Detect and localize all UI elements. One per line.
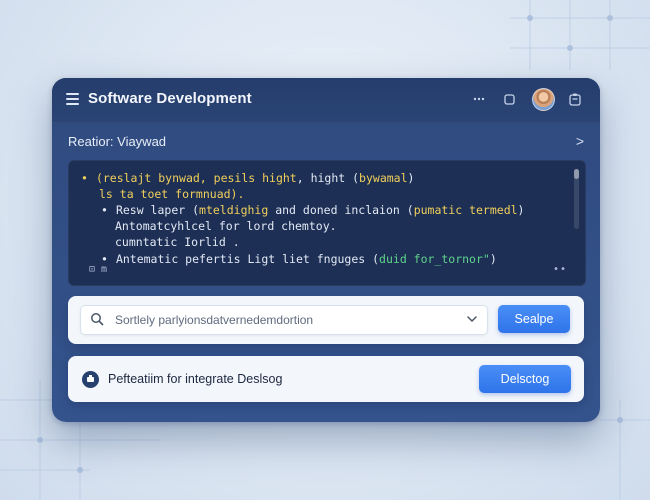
clipboard-icon[interactable] bbox=[567, 90, 583, 108]
window-title: Software Development bbox=[88, 90, 252, 107]
search-button[interactable]: Sealpe bbox=[498, 305, 570, 333]
sub-header: Reatior: Viaywad > bbox=[68, 133, 584, 154]
code-footer-more-icon[interactable]: •• bbox=[553, 264, 567, 275]
code-text: ) bbox=[517, 203, 525, 217]
action-label: Pefteatiim for integrate Deslsog bbox=[108, 372, 283, 386]
bullet-icon: • bbox=[101, 203, 108, 217]
code-text: (reslajt bynwad, bbox=[95, 171, 214, 185]
integration-icon bbox=[82, 371, 99, 388]
code-line-4: Antomatcyhlcel for lord chemtoy. bbox=[115, 219, 337, 233]
code-highlight: pesils hight bbox=[213, 171, 297, 185]
window-square-icon[interactable] bbox=[501, 90, 517, 108]
code-highlight: mteldighig bbox=[199, 203, 269, 217]
code-text: Antematic pefertis Ligt liet fnguges ( bbox=[115, 252, 380, 266]
code-scrollbar[interactable] bbox=[574, 169, 579, 229]
code-text: , hight ( bbox=[296, 171, 360, 185]
user-avatar[interactable] bbox=[532, 88, 555, 111]
code-text: ) bbox=[489, 252, 497, 266]
search-box[interactable] bbox=[80, 305, 488, 335]
code-text: and doned inclaion ( bbox=[268, 203, 414, 217]
search-card: Sealpe bbox=[68, 296, 584, 344]
section-label: Reatior: Viaywad bbox=[68, 134, 167, 149]
code-text: ) bbox=[407, 171, 415, 185]
code-footer-status: ⊡ m bbox=[89, 264, 108, 275]
search-icon bbox=[91, 313, 104, 326]
code-line-3: • Resw laper (mteldighig and doned inclai… bbox=[101, 203, 524, 217]
chevron-right-icon[interactable]: > bbox=[576, 133, 584, 149]
bullet-icon: • bbox=[81, 171, 88, 185]
code-highlight: bywamal bbox=[359, 171, 408, 185]
code-line-6: • Antematic pefertis Ligt liet fnguges (d… bbox=[101, 252, 497, 266]
title-bar: Software Development bbox=[52, 78, 600, 123]
code-line-2: ls ta toet formnuad). bbox=[99, 187, 245, 201]
code-text: Resw laper ( bbox=[115, 203, 200, 217]
chevron-down-icon[interactable] bbox=[466, 313, 478, 325]
hamburger-menu-icon[interactable] bbox=[66, 93, 79, 105]
code-highlight: pumatic termedl bbox=[413, 203, 518, 217]
app-window: Software Development Reatior: Viaywad > … bbox=[52, 78, 600, 422]
code-line-5: cumntatic Iorlid . bbox=[115, 235, 240, 249]
action-card: Pefteatiim for integrate Deslsog Delscto… bbox=[68, 356, 584, 402]
search-input[interactable] bbox=[113, 310, 467, 330]
action-button[interactable]: Delsctog bbox=[479, 365, 571, 393]
scrollbar-thumb[interactable] bbox=[574, 169, 579, 179]
code-highlight: duid for_tornor" bbox=[379, 252, 490, 266]
code-line-1: • (reslajt bynwad, pesils hight, hight (b… bbox=[81, 171, 414, 185]
ellipsis-icon[interactable] bbox=[470, 90, 488, 108]
code-panel[interactable]: • (reslajt bynwad, pesils hight, hight (b… bbox=[68, 160, 586, 286]
